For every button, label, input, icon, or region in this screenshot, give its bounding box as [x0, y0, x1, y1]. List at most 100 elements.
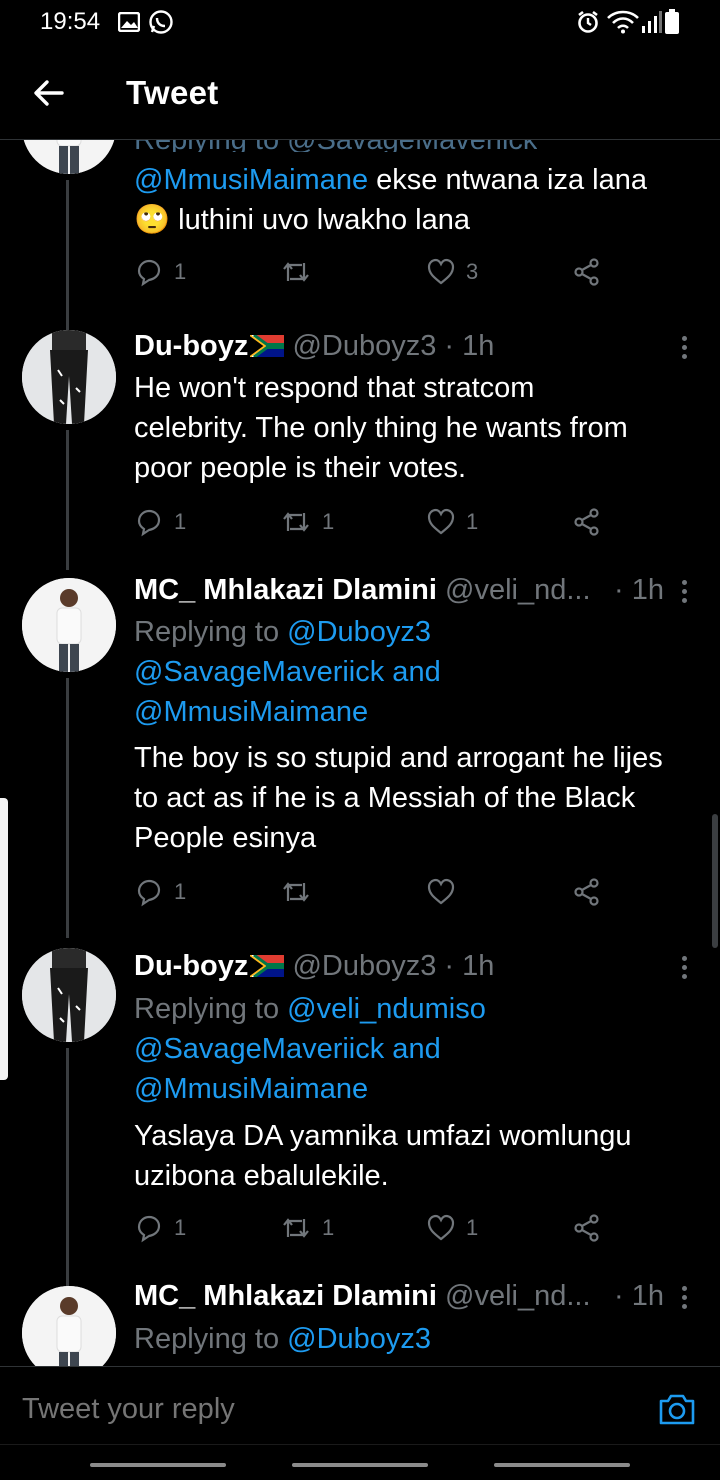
mention-link[interactable]: @MmusiMaimane — [134, 1069, 486, 1109]
heart-icon — [427, 258, 455, 285]
share-icon — [574, 258, 599, 286]
tweet-time-value: 1h — [631, 1280, 664, 1312]
avatar-image — [22, 948, 116, 1042]
mention-link[interactable]: @SavageMaveriick and — [134, 1029, 486, 1069]
mention-link[interactable]: @MmusiMaimane — [134, 692, 441, 732]
tweet-meta: MC_ Mhlakazi Dlamini @veli_nd... — [134, 574, 591, 607]
like-count: 3 — [466, 259, 479, 284]
retweet-action[interactable] — [280, 254, 322, 290]
south-africa-flag-icon — [250, 955, 285, 977]
like-action[interactable]: 1 — [426, 504, 478, 540]
user-handle[interactable]: @veli_nd... — [445, 1280, 591, 1312]
avatar[interactable] — [22, 948, 116, 1042]
heart-icon — [427, 508, 455, 535]
like-count: 1 — [466, 1215, 479, 1240]
image-icon — [118, 12, 140, 32]
reply-icon — [137, 1215, 161, 1243]
mention-link[interactable]: @veli_ndumiso — [287, 993, 486, 1025]
avatar[interactable] — [22, 330, 116, 424]
reply-action[interactable]: 1 — [134, 874, 186, 910]
mention-link[interactable]: @Duboyz3 — [287, 1323, 431, 1355]
tweet-text-line: People esinya — [134, 822, 317, 854]
tweet-text: The boy is so stupid and arrogant he lij… — [134, 738, 663, 858]
like-action[interactable] — [426, 874, 466, 910]
share-action[interactable] — [572, 874, 602, 910]
more-options-icon[interactable] — [676, 580, 692, 608]
user-handle[interactable]: @Duboyz3 — [292, 950, 436, 982]
like-action[interactable]: 1 — [426, 1210, 478, 1246]
replying-to: Replying to @Duboyz3 — [134, 1319, 431, 1359]
tweet-time: 1h — [462, 330, 495, 362]
avatar-image — [22, 578, 116, 672]
nav-back-gesture[interactable] — [90, 1463, 226, 1467]
user-handle[interactable]: @veli_nd... — [445, 574, 591, 606]
tweet-text-line: to act as if he is a Messiah of the Blac… — [134, 782, 636, 814]
eye-roll-emoji: 🙄 — [134, 204, 171, 236]
more-options-icon[interactable] — [676, 1286, 692, 1314]
retweet-icon — [283, 512, 309, 532]
page-title: Tweet — [126, 74, 219, 111]
reply-count: 1 — [174, 509, 187, 534]
tweet-text-line: Yaslaya DA yamnika umfazi womlungu — [134, 1120, 632, 1152]
mention-link[interactable]: @Duboyz3 — [287, 616, 431, 648]
avatar[interactable] — [22, 1286, 116, 1366]
user-name[interactable]: MC_ Mhlakazi Dlamini — [134, 574, 437, 606]
share-action[interactable] — [572, 1210, 602, 1246]
thread-connector — [66, 180, 69, 330]
user-name[interactable]: Du-boyz — [134, 950, 248, 982]
mention-link[interactable]: @SavageMaveriick and — [134, 652, 441, 692]
tweet-time: · 1h — [614, 574, 664, 607]
reply-icon — [137, 259, 161, 287]
back-arrow-icon[interactable] — [28, 72, 70, 114]
mention-link[interactable]: @MmusiMaimane — [134, 164, 368, 196]
like-action[interactable]: 3 — [426, 254, 478, 290]
reply-action[interactable]: 1 — [134, 254, 186, 290]
avatar-image — [22, 140, 116, 174]
tweet-text: Yaslaya DA yamnika umfazi womlungu uzibo… — [134, 1116, 632, 1196]
avatar[interactable] — [22, 140, 116, 174]
thread-connector — [66, 430, 69, 570]
tweet-text: He won't respond that stratcom celebrity… — [134, 368, 628, 488]
user-handle[interactable]: @Duboyz3 — [292, 330, 436, 362]
replying-to: Replying to @veli_ndumiso @SavageMaverii… — [134, 989, 486, 1109]
retweet-action[interactable]: 1 — [280, 504, 334, 540]
tweet-text-line: The boy is so stupid and arrogant he lij… — [134, 742, 663, 774]
reply-action[interactable]: 1 — [134, 1210, 186, 1246]
nav-home-gesture[interactable] — [292, 1463, 428, 1467]
reply-icon — [137, 509, 161, 537]
scrollbar[interactable] — [712, 814, 718, 948]
tweet-text-line: He won't respond that stratcom — [134, 372, 535, 404]
user-name[interactable]: MC_ Mhlakazi Dlamini — [134, 1280, 437, 1312]
share-action[interactable] — [572, 504, 602, 540]
camera-icon[interactable] — [658, 1391, 696, 1427]
retweet-action[interactable] — [280, 874, 322, 910]
share-action[interactable] — [572, 254, 602, 290]
reply-action[interactable]: 1 — [134, 504, 186, 540]
reply-input[interactable] — [22, 1393, 582, 1426]
heart-icon — [427, 878, 455, 905]
tweet-actions: 1 1 1 — [134, 1210, 614, 1246]
retweet-count: 1 — [322, 509, 335, 534]
separator-dot: · — [444, 950, 455, 982]
more-options-icon[interactable] — [676, 336, 692, 364]
tweet-text-line: ekse ntwana iza lana — [368, 164, 648, 196]
system-nav-bar — [0, 1444, 720, 1480]
replying-to: Replying to @Duboyz3 @SavageMaveriick an… — [134, 612, 441, 732]
tweet-time-value: 1h — [631, 574, 664, 606]
retweet-action[interactable]: 1 — [280, 1210, 334, 1246]
wifi-icon — [607, 10, 639, 34]
edge-panel-handle[interactable] — [0, 798, 8, 1080]
tweet-text-line: luthini uvo lwakho lana — [170, 204, 470, 236]
retweet-count: 1 — [322, 1215, 335, 1240]
nav-recents-gesture[interactable] — [494, 1463, 630, 1467]
avatar[interactable] — [22, 578, 116, 672]
user-name[interactable]: Du-boyz — [134, 330, 248, 362]
reply-icon — [137, 879, 161, 907]
retweet-icon — [283, 1218, 309, 1238]
battery-icon — [665, 9, 679, 34]
tweet-thread[interactable]: Replying to @SavageMaveriick @MmusiMaima… — [0, 140, 720, 1366]
avatar-image — [22, 1286, 116, 1366]
more-options-icon[interactable] — [676, 956, 692, 984]
replying-to-text: Replying to @SavageMaveriick — [134, 140, 537, 152]
thread-connector — [66, 1048, 69, 1288]
